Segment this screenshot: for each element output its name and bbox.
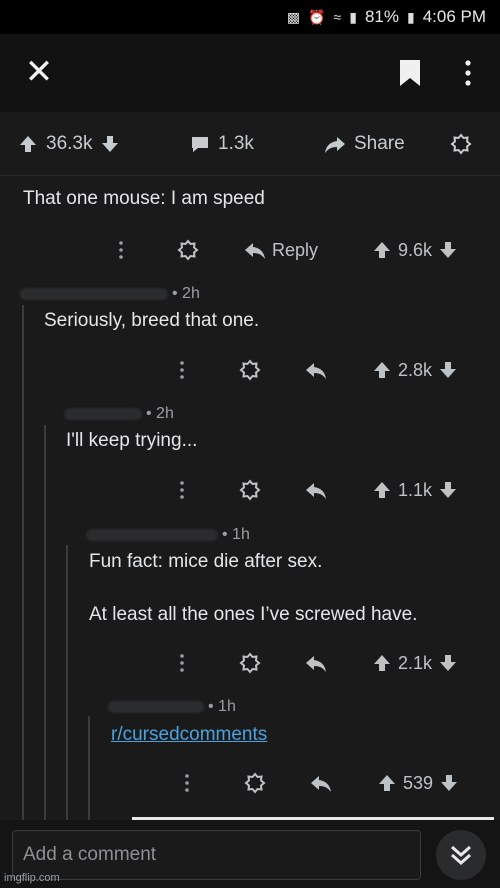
upvote-icon[interactable]	[372, 480, 392, 500]
share-button[interactable]: Share	[324, 132, 405, 156]
comment-text: Seriously, breed that one.	[44, 310, 260, 331]
comment-text: I'll keep trying...	[66, 430, 198, 451]
double-chevron-down-icon	[448, 842, 474, 868]
comment-meta: • 2h	[20, 285, 200, 303]
comment-actions: 2.8k	[0, 357, 500, 383]
comment-vote-group: 9.6k	[372, 237, 458, 263]
award-icon	[450, 133, 472, 155]
comment-age: • 2h	[172, 285, 200, 302]
more-icon[interactable]	[174, 477, 190, 503]
top-comment-text: That one mouse: I am speed	[23, 188, 265, 209]
comment-composer-bar	[0, 820, 500, 888]
upvote-icon[interactable]	[377, 773, 397, 793]
more-icon[interactable]	[174, 357, 190, 383]
comment-meta: • 1h	[108, 698, 236, 716]
post-comment-count: 1.3k	[218, 133, 254, 154]
top-comment-actions: Reply 9.6k	[0, 237, 500, 263]
more-icon[interactable]	[174, 650, 190, 676]
comment-text: At least all the ones I’ve screwed have.	[89, 604, 418, 625]
battery-percent: 81%	[364, 7, 399, 26]
downvote-icon[interactable]	[439, 773, 459, 793]
comment-text: r/cursedcomments	[111, 722, 267, 748]
comment-vote-group: 2.1k	[372, 650, 458, 676]
downvote-icon[interactable]	[438, 653, 458, 673]
reply-button[interactable]: Reply	[244, 237, 318, 263]
comment-age: • 2h	[146, 405, 174, 422]
more-icon[interactable]	[113, 237, 129, 263]
author-redacted	[108, 700, 204, 713]
next-comment-button[interactable]	[436, 830, 486, 880]
watermark: imgflip.com	[4, 872, 60, 884]
reply-icon[interactable]	[305, 357, 327, 383]
clock: 4:06 PM	[422, 7, 486, 26]
comment-text: Fun fact: mice die after sex.	[89, 551, 323, 572]
downvote-icon[interactable]	[438, 240, 458, 260]
bookmark-icon[interactable]	[398, 58, 422, 88]
vote-count: 9.6k	[398, 239, 433, 260]
alarm-icon: ⏰	[308, 8, 326, 25]
downvote-icon[interactable]	[100, 134, 120, 154]
status-bar: ▩ ⏰ ≈ ▮ 81% ▮ 4:06 PM	[0, 0, 500, 34]
downvote-icon[interactable]	[438, 360, 458, 380]
close-icon[interactable]: ✕	[24, 54, 54, 90]
award-icon[interactable]	[239, 650, 261, 676]
more-icon[interactable]	[458, 58, 478, 88]
post-vote-group: 36.3k	[18, 132, 120, 156]
notification-icon: ▩	[286, 8, 301, 25]
author-redacted	[86, 528, 218, 541]
award-button[interactable]	[450, 132, 472, 156]
comment-actions: 1.1k	[0, 477, 500, 503]
author-redacted	[20, 287, 168, 300]
comment-icon	[190, 134, 210, 154]
reply-icon	[244, 240, 266, 260]
upvote-icon[interactable]	[18, 134, 38, 154]
award-icon[interactable]	[239, 357, 261, 383]
downvote-icon[interactable]	[438, 480, 458, 500]
comment-vote-group: 1.1k	[372, 477, 458, 503]
upvote-icon[interactable]	[372, 360, 392, 380]
comment-meta: • 2h	[64, 405, 174, 423]
comment-vote-group: 2.8k	[372, 357, 458, 383]
post-comments-button[interactable]: 1.3k	[190, 132, 254, 156]
share-icon	[324, 134, 346, 154]
comment-actions: 539	[0, 770, 500, 796]
comment-input[interactable]	[12, 830, 421, 880]
vote-count: 2.1k	[398, 652, 433, 673]
top-bar: ✕	[0, 34, 500, 112]
comment-actions: 2.1k	[0, 650, 500, 676]
wifi-icon: ≈	[333, 9, 342, 25]
reply-icon[interactable]	[305, 650, 327, 676]
post-upvote-count: 36.3k	[46, 133, 93, 154]
signal-icon: ▮	[349, 8, 357, 25]
reply-icon[interactable]	[310, 770, 332, 796]
comment-age: • 1h	[222, 526, 250, 543]
award-icon[interactable]	[244, 770, 266, 796]
vote-count: 2.8k	[398, 359, 433, 380]
comment-meta: • 1h	[86, 526, 250, 544]
upvote-icon[interactable]	[372, 653, 392, 673]
share-label: Share	[354, 133, 405, 154]
battery-icon: ▮	[406, 8, 415, 25]
post-action-bar: 36.3k 1.3k Share	[0, 112, 500, 176]
subreddit-link[interactable]: r/cursedcomments	[111, 724, 267, 745]
thread-line[interactable]	[88, 716, 90, 820]
more-icon[interactable]	[179, 770, 195, 796]
vote-count: 1.1k	[398, 479, 433, 500]
comment-age: • 1h	[208, 698, 236, 715]
comment-vote-group: 539	[377, 770, 459, 796]
vote-count: 539	[403, 772, 434, 793]
award-icon[interactable]	[177, 237, 199, 263]
author-redacted	[64, 407, 142, 420]
award-icon[interactable]	[239, 477, 261, 503]
upvote-icon[interactable]	[372, 240, 392, 260]
reply-icon[interactable]	[305, 477, 327, 503]
reply-label: Reply	[272, 239, 319, 260]
